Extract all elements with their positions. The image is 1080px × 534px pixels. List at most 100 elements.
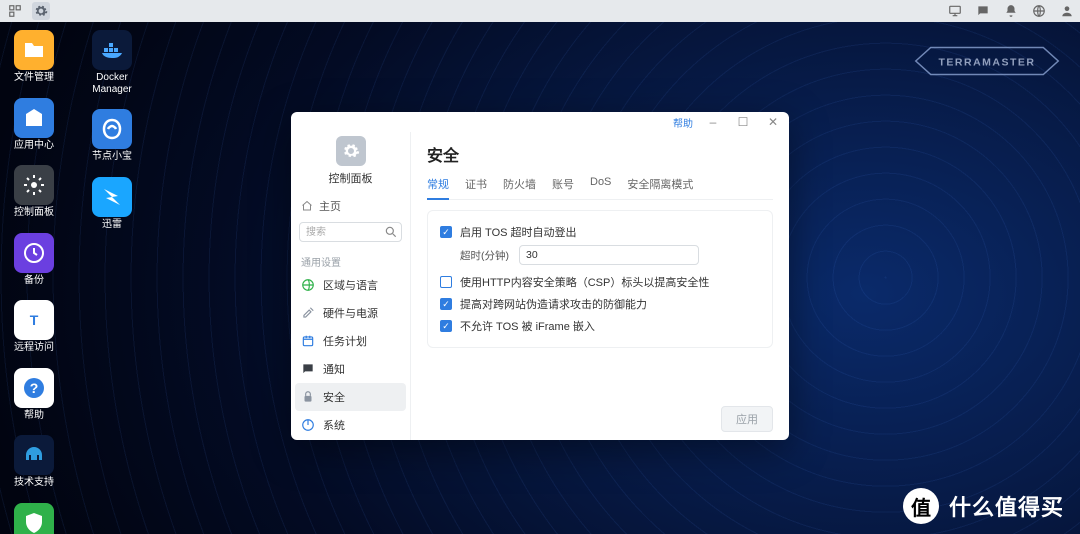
desktop-icon-backup[interactable]: 备份 [8, 233, 60, 287]
sidebar: 控制面板 主页 通用设置 区域与语言硬件与电源任务计划通知安全系统 [291, 132, 411, 440]
minimize-button[interactable]: – [703, 116, 723, 128]
sidebar-item-hardware-power[interactable]: 硬件与电源 [291, 299, 410, 327]
desktop-icon-label: 远程访问 [14, 342, 54, 354]
sidebar-item-security[interactable]: 安全 [295, 383, 406, 411]
xunlei-icon [92, 177, 132, 217]
desktop-icon-docker-manager[interactable]: Docker Manager [86, 30, 138, 95]
tab-isolation[interactable]: 安全隔离模式 [627, 176, 693, 199]
chat-icon[interactable] [976, 4, 990, 18]
desktop-icon-label: 迅雷 [102, 219, 122, 231]
gear-icon [336, 136, 366, 166]
gear-icon[interactable] [32, 2, 50, 20]
window-titlebar: 帮助 – ☐ ✕ [291, 112, 789, 132]
desktop-icon-file-manager[interactable]: 文件管理 [8, 30, 60, 84]
sidebar-title: 控制面板 [329, 170, 373, 186]
tools-icon [301, 306, 315, 320]
sidebar-item-notification[interactable]: 通知 [291, 355, 410, 383]
desktop-icon-app-center[interactable]: 应用中心 [8, 98, 60, 152]
desktop-icon-security-advisor[interactable]: 安全顾问 [8, 503, 60, 534]
option-auto-logout: 启用 TOS 超时自动登出 [440, 221, 760, 243]
sidebar-item-label: 安全 [323, 389, 345, 405]
desktop-icon-label: 控制面板 [14, 207, 54, 219]
option-label: 启用 TOS 超时自动登出 [460, 224, 577, 240]
desktop-icon-control-panel[interactable]: 控制面板 [8, 165, 60, 219]
maximize-button[interactable]: ☐ [733, 116, 753, 128]
globe-icon[interactable] [1032, 4, 1046, 18]
desktop-icon-xunlei[interactable]: 迅雷 [86, 177, 138, 231]
bell-icon[interactable] [1004, 4, 1018, 18]
power-icon [301, 418, 315, 432]
svg-text:TERRAMASTER: TERRAMASTER [939, 57, 1036, 69]
dashboard-icon[interactable] [6, 2, 24, 20]
close-button[interactable]: ✕ [763, 116, 783, 128]
sidebar-item-label: 硬件与电源 [323, 305, 378, 321]
option-csp: 使用HTTP内容安全策略（CSP）标头以提高安全性 [440, 271, 760, 293]
tab-cert[interactable]: 证书 [465, 176, 487, 199]
sidebar-item-task-schedule[interactable]: 任务计划 [291, 327, 410, 355]
option-label: 使用HTTP内容安全策略（CSP）标头以提高安全性 [460, 274, 709, 290]
globe-icon [301, 278, 315, 292]
sidebar-home[interactable]: 主页 [291, 194, 410, 218]
control-panel-window: 帮助 – ☐ ✕ 控制面板 主页 通用设置 区域与语言硬件与电 [291, 112, 789, 440]
control-panel-icon [14, 165, 54, 205]
app-center-icon [14, 98, 54, 138]
option-auto-logout-sub: 超时(分钟) [440, 243, 760, 271]
sidebar-item-label: 任务计划 [323, 333, 367, 349]
sidebar-item-label: 系统 [323, 417, 345, 433]
node-xiaobao-icon [92, 109, 132, 149]
watermark-text: 什么值得买 [949, 490, 1064, 522]
lock-icon [301, 390, 315, 404]
apply-button[interactable]: 应用 [721, 406, 773, 432]
sidebar-item-label: 区域与语言 [323, 277, 378, 293]
help-link[interactable]: 帮助 [673, 115, 693, 130]
security-advisor-icon [14, 503, 54, 534]
checkbox-csrf[interactable] [440, 298, 452, 310]
watermark-badge: 值 [903, 488, 939, 524]
taskbar [0, 0, 1080, 22]
desktop-icon-label: 节点小宝 [92, 151, 132, 163]
desktop-icon-label: 技术支持 [14, 477, 54, 489]
sidebar-group-label: 通用设置 [291, 246, 410, 271]
brand-logo: TERRAMASTER [912, 46, 1062, 81]
home-label: 主页 [319, 198, 341, 214]
tech-support-icon [14, 435, 54, 475]
main-panel: 安全 常规证书防火墙账号 DoS 安全隔离模式 启用 TOS 超时自动登出超时(分钟… [411, 132, 789, 440]
desktop-icon-label: 备份 [24, 275, 44, 287]
desktop-icon-node-xiaobao[interactable]: 节点小宝 [86, 109, 138, 163]
checkbox-iframe[interactable] [440, 320, 452, 332]
tab-dos[interactable]: DoS [590, 176, 611, 199]
file-manager-icon [14, 30, 54, 70]
timeout-input[interactable] [519, 245, 699, 265]
desktop-icon-label: 文件管理 [14, 72, 54, 84]
user-icon[interactable] [1060, 4, 1074, 18]
checkbox-csp[interactable] [440, 276, 452, 288]
calendar-icon [301, 334, 315, 348]
option-csrf: 提高对跨网站伪造请求攻击的防御能力 [440, 293, 760, 315]
security-general-panel: 启用 TOS 超时自动登出超时(分钟) 使用HTTP内容安全策略（CSP）标头以提… [427, 210, 773, 348]
desktop-icon-help[interactable]: ? 帮助 [8, 368, 60, 422]
tab-firewall[interactable]: 防火墙 [503, 176, 536, 199]
sidebar-item-label: 通知 [323, 361, 345, 377]
checkbox-auto-logout[interactable] [440, 226, 452, 238]
help-icon: ? [14, 368, 54, 408]
tab-general[interactable]: 常规 [427, 176, 449, 200]
desktop-icon-remote-access[interactable]: T 远程访问 [8, 300, 60, 354]
chat-icon [301, 362, 315, 376]
svg-text:T: T [30, 312, 39, 328]
docker-manager-icon [92, 30, 132, 70]
timeout-label: 超时(分钟) [460, 248, 509, 263]
sidebar-item-region-language[interactable]: 区域与语言 [291, 271, 410, 299]
sidebar-item-system[interactable]: 系统 [291, 411, 410, 439]
search-icon[interactable] [384, 225, 398, 239]
option-label: 提高对跨网站伪造请求攻击的防御能力 [460, 296, 647, 312]
desktop-icon-tech-support[interactable]: 技术支持 [8, 435, 60, 489]
page-title: 安全 [427, 142, 773, 166]
option-label: 不允许 TOS 被 iFrame 嵌入 [460, 318, 595, 334]
tab-account[interactable]: 账号 [552, 176, 574, 199]
svg-text:?: ? [30, 380, 39, 396]
desktop: 文件管理应用中心控制面板备份 T 远程访问? 帮助技术支持安全顾问 Docker Ma… [8, 30, 138, 534]
desktop-icon-label: 帮助 [24, 410, 44, 422]
remote-access-icon: T [14, 300, 54, 340]
desktop-icon-label: 应用中心 [14, 140, 54, 152]
monitor-icon[interactable] [948, 4, 962, 18]
